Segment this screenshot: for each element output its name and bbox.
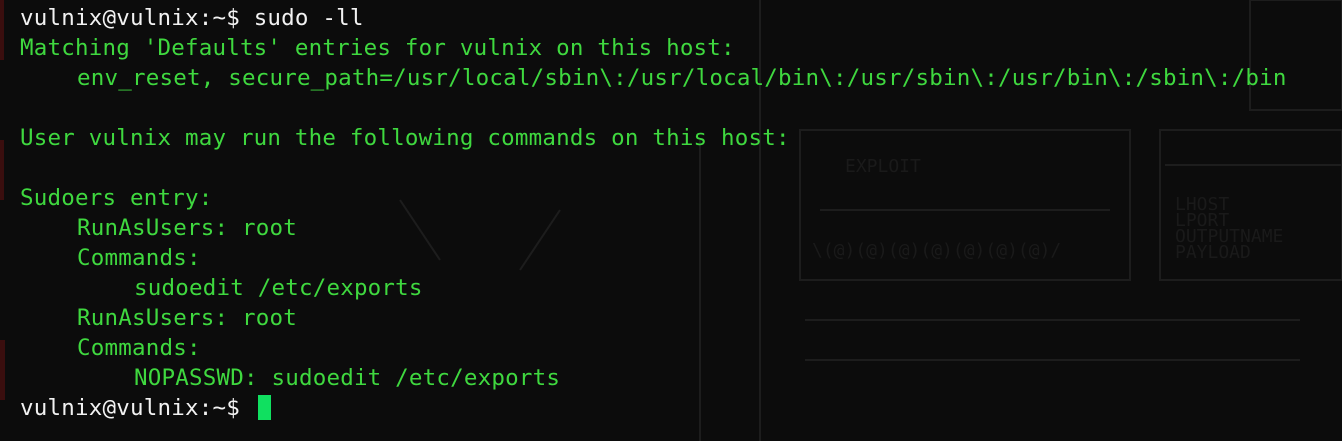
command-text: sudo -ll: [253, 5, 364, 31]
runas-users-line: RunAsUsers: root: [77, 215, 297, 241]
sudoers-entry-header: Sudoers entry:: [20, 185, 213, 211]
allowed-command-nopasswd: NOPASSWD: sudoedit /etc/exports: [134, 365, 561, 391]
shell-prompt: vulnix@vulnix:~$: [20, 5, 254, 31]
terminal-window[interactable]: EXPLOIT \(@)(@)(@)(@)(@)(@)(@)/ LHOST LP…: [0, 0, 1342, 441]
defaults-entry: env_reset, secure_path=/usr/local/sbin\:…: [77, 65, 1287, 91]
matching-defaults-header: Matching 'Defaults' entries for vulnix o…: [20, 35, 735, 61]
final-prompt-line[interactable]: vulnix@vulnix:~$: [20, 393, 1342, 423]
runas-users-line: RunAsUsers: root: [77, 305, 297, 331]
may-run-header: User vulnix may run the following comman…: [20, 125, 790, 151]
shell-prompt: vulnix@vulnix:~$: [20, 395, 254, 421]
text-cursor: [257, 395, 271, 420]
allowed-command: sudoedit /etc/exports: [134, 275, 423, 301]
commands-label: Commands:: [77, 245, 201, 271]
commands-label: Commands:: [77, 335, 201, 361]
terminal-output[interactable]: vulnix@vulnix:~$ sudo -ll Matching 'Defa…: [20, 3, 1342, 423]
command-line: vulnix@vulnix:~$ sudo -ll: [20, 3, 1342, 33]
